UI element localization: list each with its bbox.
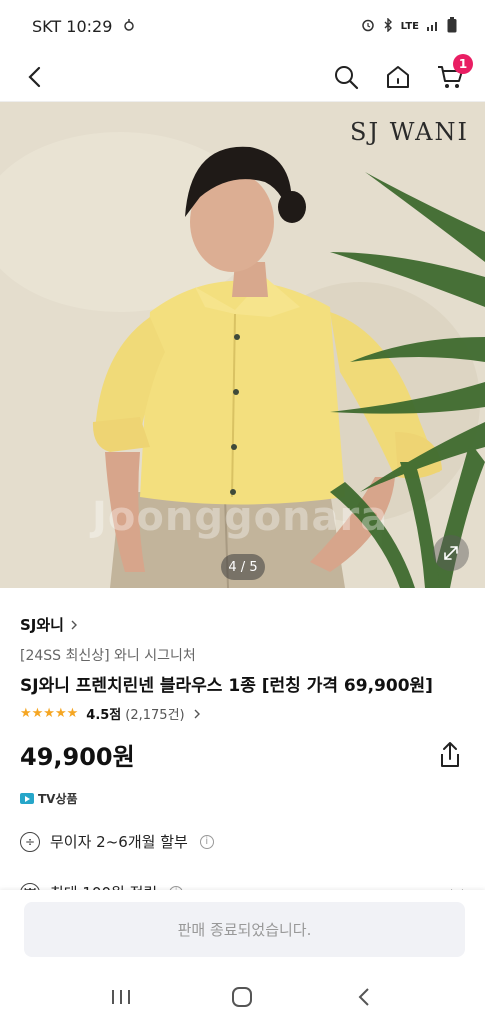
signal-icon [426, 19, 440, 34]
home-circle-icon [232, 987, 253, 1007]
network-label: LTE [400, 20, 419, 32]
product-info: SJ와니 [24SS 최신상] 와니 시그니처 SJ와니 프렌치린넨 블라우스 … [0, 588, 485, 903]
brand-link[interactable]: SJ와니 [20, 614, 465, 635]
rating-score: 4.5점 [86, 708, 122, 723]
recent-apps-icon [111, 990, 130, 1004]
rating-link[interactable]: ★★★★★ 4.5점 (2,175건) [20, 704, 465, 723]
product-title: SJ와니 프렌치린넨 블라우스 1종 [런칭 가격 69,900원] [20, 676, 433, 696]
notification-icon [122, 17, 136, 36]
product-subtitle: [24SS 최신상] 와니 시그니처 [20, 648, 196, 664]
expand-icon [444, 546, 458, 560]
star-rating-icon: ★★★★★ [20, 706, 79, 721]
search-icon [335, 65, 359, 89]
back-button[interactable] [20, 62, 50, 92]
chevron-right-icon [71, 620, 77, 629]
top-nav: 1 [0, 52, 485, 102]
back-arrow-icon [28, 66, 41, 87]
cart-button[interactable]: 1 [435, 53, 473, 92]
recent-apps-button[interactable] [101, 977, 141, 1017]
installment-icon: ÷ [20, 831, 40, 852]
cart-count-badge: 1 [453, 53, 473, 74]
back-chevron-icon [358, 988, 369, 1006]
android-back-button[interactable] [344, 977, 384, 1017]
battery-icon [447, 16, 457, 36]
image-page-indicator: 4 / 5 [221, 554, 265, 580]
expand-image-button[interactable] [433, 535, 469, 571]
info-icon[interactable]: i [199, 834, 214, 849]
photo-watermark: Joonggonara [92, 494, 389, 540]
share-icon [441, 741, 459, 767]
bluetooth-icon [382, 16, 394, 35]
carrier-time: SKT 10:29 [32, 16, 113, 36]
product-image-carousel[interactable]: SJ WANI Joonggonara 4 / 5 [0, 102, 485, 588]
installment-label: 무이자 2~6개월 할부 [50, 833, 188, 851]
home-nav-button[interactable] [222, 977, 262, 1017]
tv-product-badge: TV상품 [20, 790, 465, 807]
chevron-right-icon [194, 709, 200, 718]
tv-icon [20, 793, 34, 804]
brand-name: SJ와니 [20, 616, 64, 634]
status-bar: SKT 10:29 LTE [0, 0, 485, 52]
product-price: 49,900원 [20, 743, 135, 771]
home-icon [387, 65, 409, 88]
alarm-icon [361, 18, 375, 35]
bottom-purchase-bar: 판매 종료되었습니다. [0, 890, 485, 970]
brand-watermark-logo: SJ WANI [350, 118, 469, 146]
review-count: (2,175건) [125, 708, 185, 723]
tv-label: TV상품 [38, 792, 78, 806]
share-button[interactable] [435, 740, 465, 770]
search-button[interactable] [331, 62, 361, 92]
sold-out-button[interactable]: 판매 종료되었습니다. [24, 902, 465, 957]
home-button[interactable] [383, 62, 413, 92]
android-nav-bar [0, 970, 485, 1024]
installment-benefit[interactable]: ÷ 무이자 2~6개월 할부 i [20, 831, 465, 852]
